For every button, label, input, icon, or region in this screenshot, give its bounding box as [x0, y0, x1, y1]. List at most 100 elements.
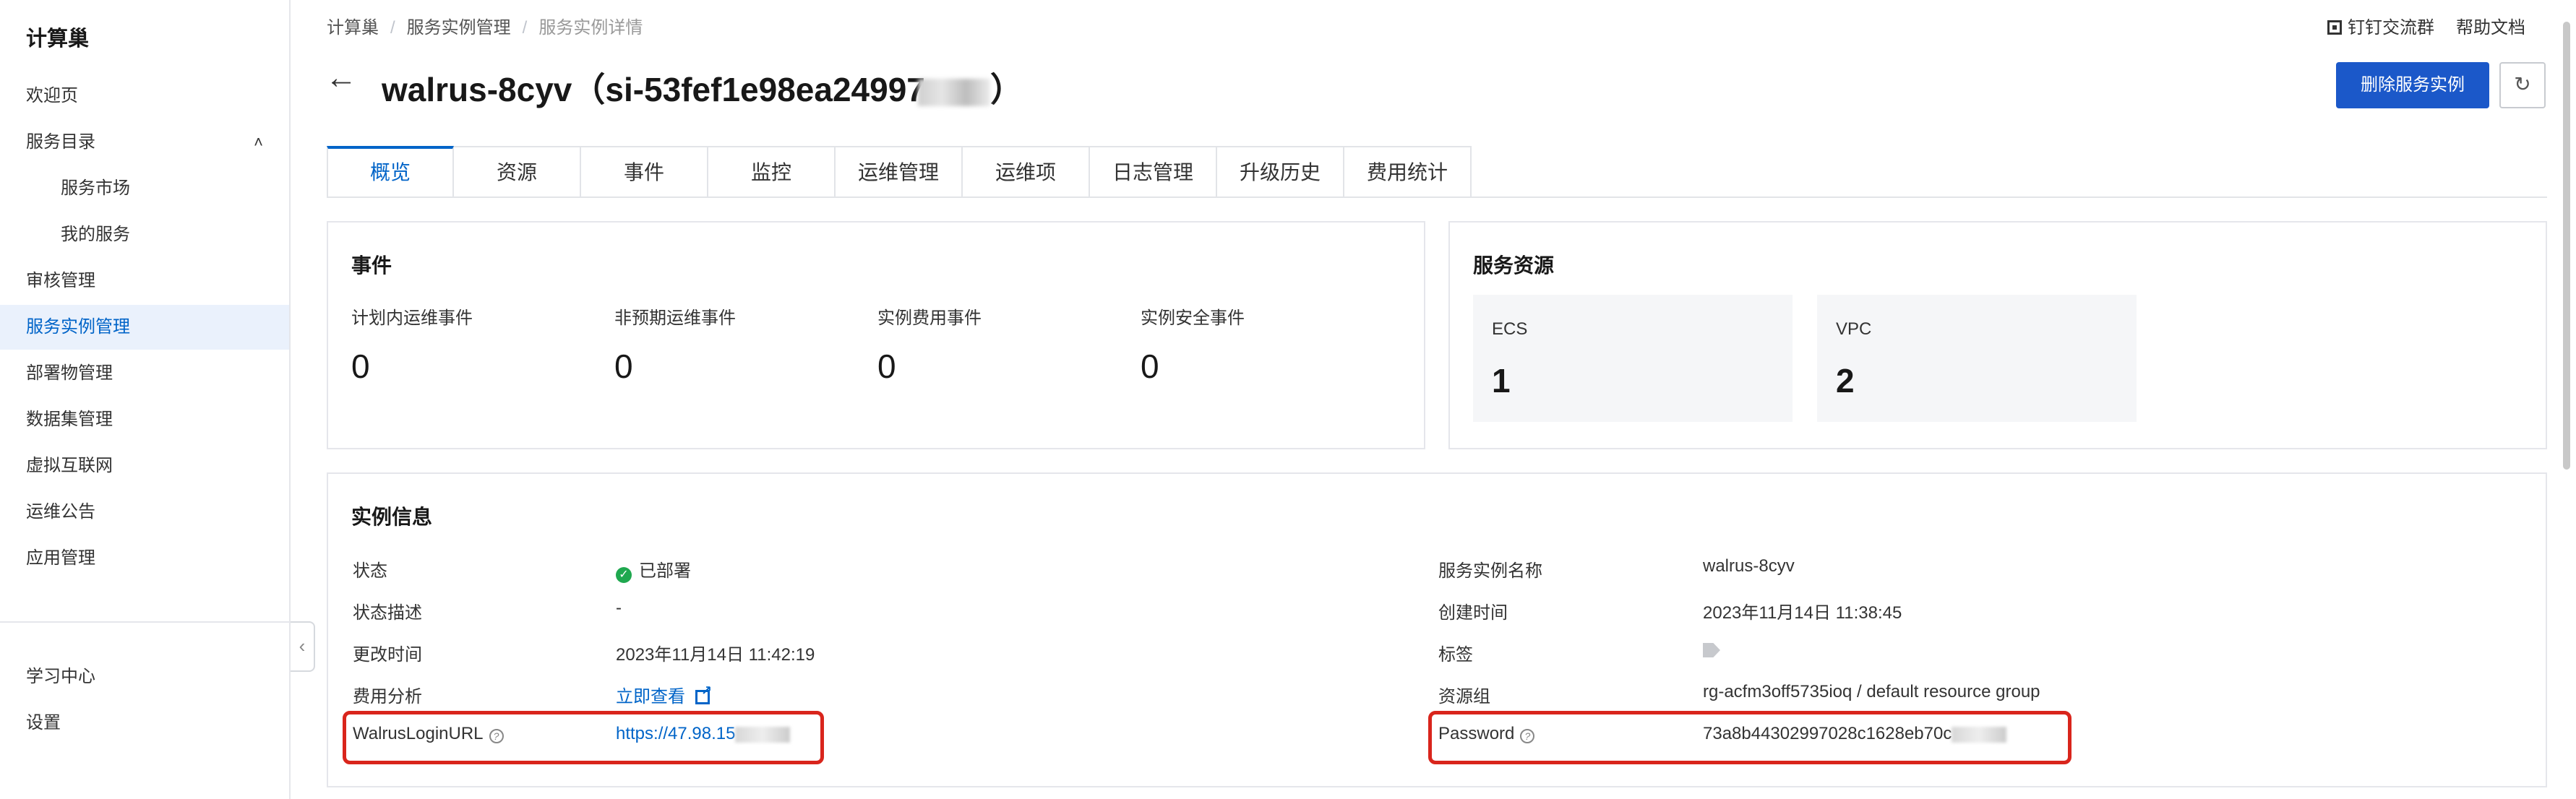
sidebar-item-label: 欢迎页 — [26, 86, 78, 105]
sidebar-item-my-services[interactable]: 我的服务 — [0, 212, 289, 257]
events-panel-title: 事件 — [351, 254, 392, 277]
help-docs-link[interactable]: 帮助文档 — [2456, 18, 2525, 38]
tab-resources[interactable]: 资源 — [454, 146, 581, 198]
event-label: 非预期运维事件 — [614, 308, 736, 328]
refresh-icon[interactable]: ↻ — [2499, 62, 2546, 108]
resource-count: 2 — [1836, 362, 1855, 400]
event-label: 实例安全事件 — [1141, 308, 1245, 328]
sidebar-item-label: 应用管理 — [26, 548, 95, 568]
app-title: 计算巢 — [26, 27, 90, 51]
sidebar-item-welcome[interactable]: 欢迎页 — [0, 74, 289, 118]
dingtalk-group-link[interactable]: 钉钉交流群 — [2327, 18, 2434, 38]
sidebar-item-service-market[interactable]: 服务市场 — [0, 166, 289, 211]
breadcrumb-separator: / — [522, 18, 528, 38]
sidebar-item-virtual-network[interactable]: 虚拟互联网 — [0, 444, 289, 488]
sidebar-item-ops-announcements[interactable]: 运维公告 — [0, 490, 289, 535]
service-resources-title: 服务资源 — [1473, 254, 1555, 277]
event-label: 计划内运维事件 — [351, 308, 473, 328]
tab-cost-statistics[interactable]: 费用统计 — [1344, 146, 1472, 198]
sidebar-item-label: 设置 — [26, 713, 61, 733]
resource-label: VPC — [1836, 319, 1872, 339]
sidebar-item-instance-management[interactable]: 服务实例管理 — [0, 305, 289, 350]
sidebar-item-datasets[interactable]: 数据集管理 — [0, 397, 289, 442]
chevron-left-icon: ‹ — [299, 635, 306, 657]
sidebar-item-service-catalog[interactable]: 服务目录 ˄ — [0, 120, 289, 165]
qr-code-icon — [2327, 20, 2342, 35]
update-time-value: 2023年11月14日 11:42:19 — [616, 645, 815, 665]
event-count[interactable]: 0 — [1141, 347, 1159, 386]
top-links: 钉钉交流群 帮助文档 — [2306, 13, 2525, 38]
cost-analysis-label: 费用分析 — [353, 687, 422, 707]
create-time-label: 创建时间 — [1438, 603, 1508, 623]
chevron-up-icon: ˄ — [254, 133, 263, 151]
tab-bar: 概览 资源 事件 监控 运维管理 运维项 日志管理 升级历史 费用统计 — [327, 146, 1472, 198]
delete-instance-button[interactable]: 删除服务实例 — [2336, 62, 2489, 108]
sidebar-item-review[interactable]: 审核管理 — [0, 259, 289, 303]
status-description-value: - — [616, 598, 622, 618]
event-count[interactable]: 0 — [614, 347, 633, 386]
highlight-box-login-url — [343, 711, 824, 764]
resource-count: 1 — [1492, 362, 1511, 400]
event-count[interactable]: 0 — [877, 347, 896, 386]
tag-icon[interactable] — [1703, 643, 1720, 657]
page-title-text: walrus-8cyv（si-53fef1e98ea24997 — [382, 71, 925, 108]
tab-ops-items[interactable]: 运维项 — [963, 146, 1090, 198]
instance-name-label: 服务实例名称 — [1438, 561, 1542, 581]
resource-group-label: 资源组 — [1438, 687, 1490, 707]
events-panel: 事件 计划内运维事件 0 非预期运维事件 0 实例费用事件 0 实例安全事件 0 — [327, 221, 1425, 449]
event-count[interactable]: 0 — [351, 347, 370, 386]
view-now-link[interactable]: 立即查看 — [616, 682, 712, 707]
breadcrumb-link[interactable]: 计算巢 — [327, 18, 379, 38]
sidebar-item-artifacts[interactable]: 部署物管理 — [0, 351, 289, 396]
sidebar-item-label: 部署物管理 — [26, 363, 113, 383]
status-text: 已部署 — [639, 561, 691, 581]
tabs-underline — [327, 196, 2547, 198]
sidebar-item-label: 数据集管理 — [26, 410, 113, 429]
resource-card-vpc[interactable]: VPC 2 — [1817, 295, 2137, 422]
check-circle-icon: ✓ — [616, 567, 632, 583]
back-arrow-icon[interactable]: ← — [325, 62, 357, 94]
status-label: 状态 — [353, 561, 387, 581]
highlight-box-password — [1428, 711, 2071, 764]
instance-info-title: 实例信息 — [351, 506, 433, 528]
page-scrollbar[interactable] — [2563, 22, 2570, 470]
resource-group-value: rg-acfm3off5735ioq / default resource gr… — [1703, 682, 2040, 701]
sidebar-item-label: 服务实例管理 — [26, 317, 130, 337]
status-description-label: 状态描述 — [353, 603, 422, 623]
sidebar-collapse-button[interactable]: ‹ — [291, 621, 315, 672]
breadcrumb: 计算巢 / 服务实例管理 / 服务实例详情 — [327, 13, 643, 38]
external-link-icon — [695, 683, 712, 704]
sidebar-item-label: 服务目录 — [26, 132, 95, 152]
resource-card-ecs[interactable]: ECS 1 — [1473, 295, 1793, 422]
service-resources-panel: 服务资源 ECS 1 VPC 2 — [1448, 221, 2547, 449]
tab-log-management[interactable]: 日志管理 — [1090, 146, 1217, 198]
event-label: 实例费用事件 — [877, 308, 982, 328]
tab-upgrade-history[interactable]: 升级历史 — [1217, 146, 1344, 198]
instance-name-value: walrus-8cyv — [1703, 556, 1795, 576]
page-title: walrus-8cyv（si-53fef1e98ea24997 ） — [382, 64, 1023, 111]
page-title-suffix: ） — [989, 71, 1023, 108]
breadcrumb-current: 服务实例详情 — [538, 18, 643, 38]
tab-monitoring[interactable]: 监控 — [708, 146, 836, 198]
sidebar-item-app-management[interactable]: 应用管理 — [0, 536, 289, 581]
tab-ops-management[interactable]: 运维管理 — [836, 146, 963, 198]
sidebar-item-settings[interactable]: 设置 — [0, 701, 289, 746]
create-time-value: 2023年11月14日 11:38:45 — [1703, 603, 1902, 623]
sidebar-item-label: 运维公告 — [26, 502, 95, 522]
sidebar-item-label: 我的服务 — [61, 225, 130, 244]
resource-label: ECS — [1492, 319, 1528, 339]
sidebar: 计算巢 欢迎页 服务目录 ˄ 服务市场 我的服务 审核管理 服务实例管理 部署物管… — [0, 0, 291, 799]
tab-overview[interactable]: 概览 — [327, 146, 454, 198]
tab-events[interactable]: 事件 — [581, 146, 708, 198]
dingtalk-group-label: 钉钉交流群 — [2348, 18, 2434, 38]
redacted-id-blur — [917, 78, 990, 106]
sidebar-item-label: 服务市场 — [61, 178, 130, 198]
view-now-text: 立即查看 — [616, 687, 685, 707]
breadcrumb-separator: / — [390, 18, 395, 38]
tags-label: 标签 — [1438, 645, 1473, 665]
sidebar-item-learning-center[interactable]: 学习中心 — [0, 655, 289, 699]
sidebar-item-label: 虚拟互联网 — [26, 456, 113, 475]
tags-value[interactable] — [1703, 640, 1720, 660]
sidebar-divider — [0, 621, 289, 623]
breadcrumb-link[interactable]: 服务实例管理 — [407, 18, 511, 38]
